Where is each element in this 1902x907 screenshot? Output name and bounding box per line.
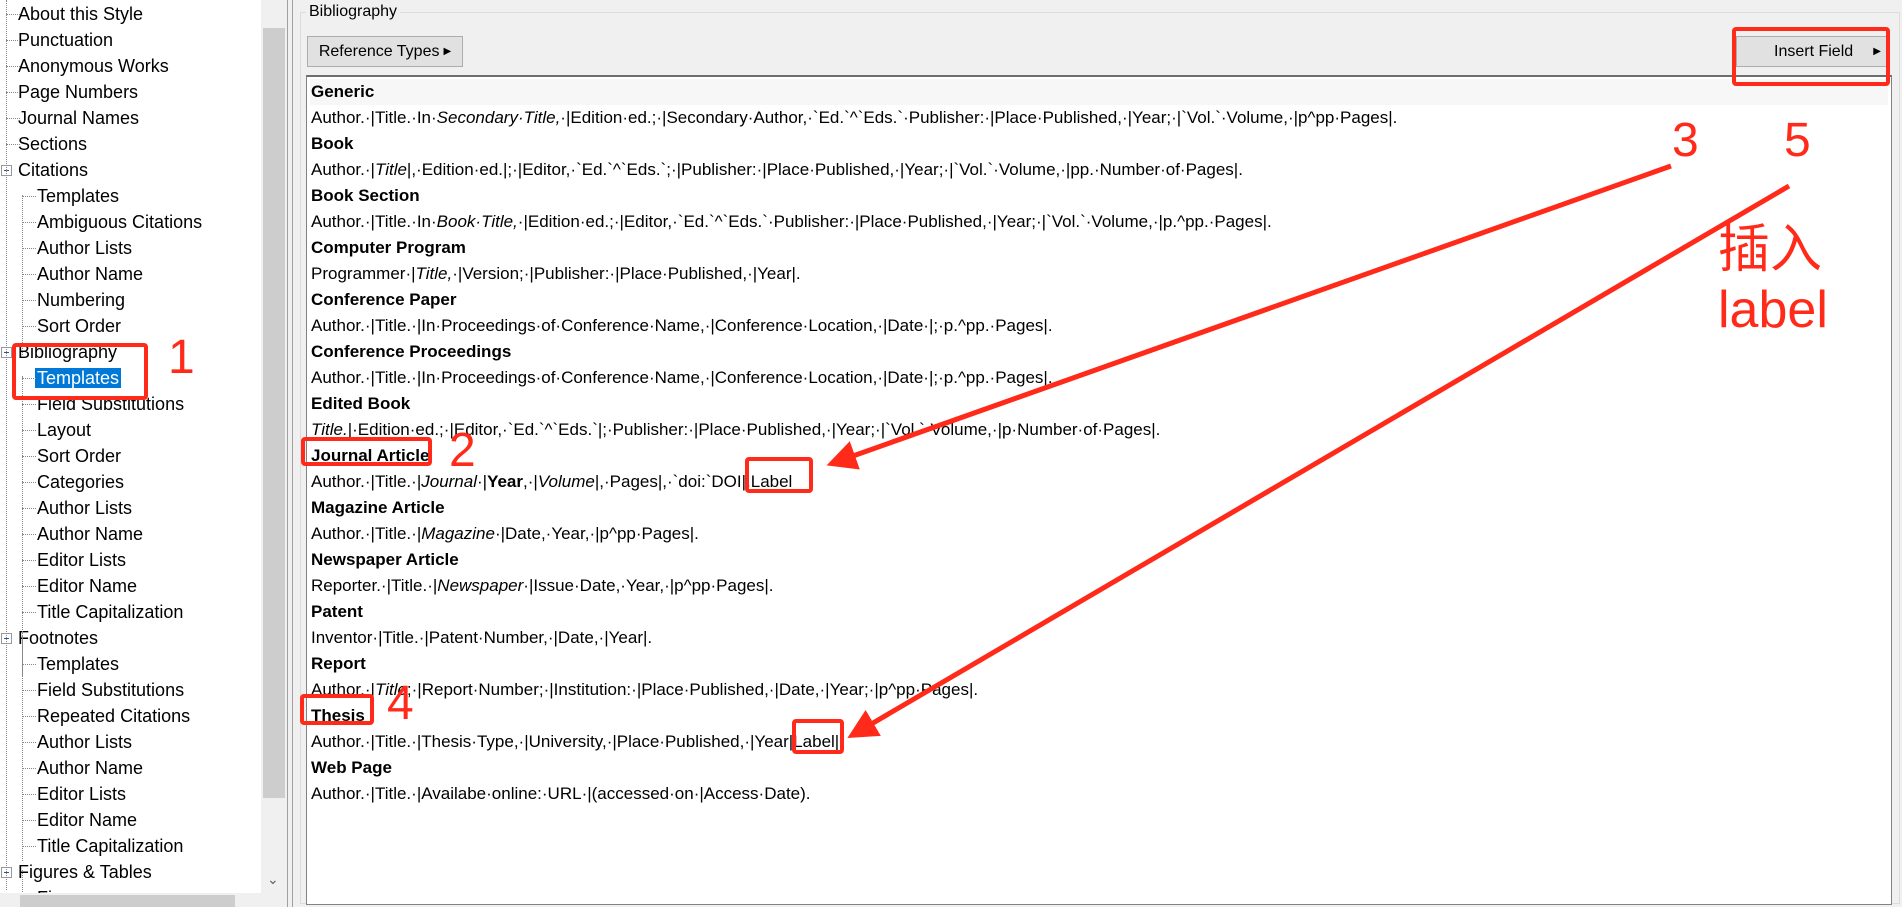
annotation-arrow-3 <box>826 163 1672 470</box>
annotation-arrow-5 <box>847 183 1791 739</box>
annotation-arrows <box>826 163 1791 739</box>
